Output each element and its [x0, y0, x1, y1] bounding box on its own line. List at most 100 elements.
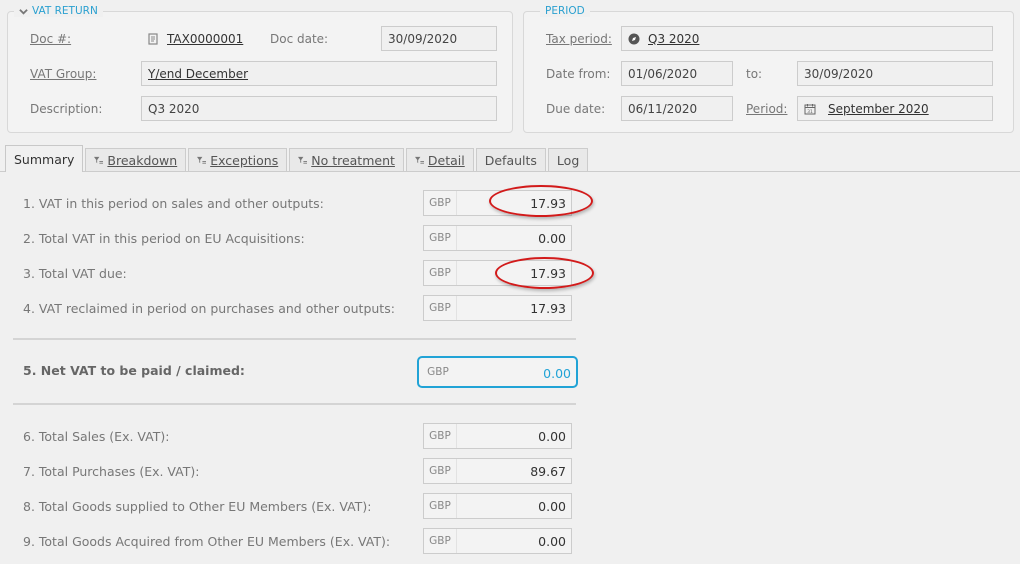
vat-return-legend-label: VAT RETURN — [32, 5, 98, 17]
amount-value: 17.93 — [530, 301, 566, 316]
doc-number-field[interactable]: TAX0000001 — [142, 26, 262, 51]
row-label: 8. Total Goods supplied to Other EU Memb… — [23, 499, 372, 514]
vat-group-value[interactable]: Y/end December — [148, 67, 248, 81]
row-label: 7. Total Purchases (Ex. VAT): — [23, 464, 200, 479]
tab-no-treatment-label: No treatment — [311, 153, 395, 168]
total-sales-field[interactable]: GBP 0.00 — [423, 423, 572, 449]
row-label: 1. VAT in this period on sales and other… — [23, 196, 324, 211]
tab-divider — [0, 171, 1020, 172]
period-group: PERIOD Tax period: Q3 2020 Date from: 01… — [523, 5, 1014, 133]
date-from-field[interactable]: 01/06/2020 — [621, 61, 733, 86]
tab-summary-label: Summary — [14, 151, 75, 167]
goods-supplied-eu-field[interactable]: GBP 0.00 — [423, 493, 572, 519]
highlight-ring — [489, 185, 593, 217]
filter-icon — [298, 156, 308, 164]
compass-icon — [628, 33, 640, 44]
summary-row-8: 8. Total Goods supplied to Other EU Memb… — [0, 493, 600, 519]
period-legend-label: PERIOD — [545, 5, 585, 17]
tax-period-value[interactable]: Q3 2020 — [648, 32, 699, 46]
amount-value: 0.00 — [543, 366, 571, 381]
period-value[interactable]: September 2020 — [828, 102, 929, 116]
filter-icon — [94, 156, 104, 164]
description-value: Q3 2020 — [148, 101, 200, 116]
calendar-icon: 31 — [804, 103, 816, 115]
currency-code: GBP — [424, 459, 457, 483]
description-label: Description: — [30, 102, 103, 116]
currency-code: GBP — [424, 191, 457, 215]
filter-icon — [197, 156, 207, 164]
due-date-label: Due date: — [546, 102, 606, 116]
doc-number-label[interactable]: Doc #: — [30, 32, 71, 46]
net-vat-field[interactable]: GBP 0.00 — [417, 356, 578, 388]
currency-code: GBP — [424, 424, 457, 448]
tab-exceptions[interactable]: Exceptions — [188, 148, 288, 172]
tax-period-field[interactable]: Q3 2020 — [621, 26, 993, 51]
tab-detail[interactable]: Detail — [405, 148, 474, 172]
tab-exceptions-label: Exceptions — [210, 153, 279, 168]
to-label: to: — [746, 67, 763, 81]
summary-row-6: 6. Total Sales (Ex. VAT): GBP 0.00 — [0, 423, 600, 449]
row-label: 5. Net VAT to be paid / claimed: — [23, 363, 245, 378]
tab-log[interactable]: Log — [547, 148, 589, 172]
to-value: 30/09/2020 — [804, 66, 874, 81]
summary-row-2: 2. Total VAT in this period on EU Acquis… — [0, 225, 600, 251]
row-label: 4. VAT reclaimed in period on purchases … — [23, 301, 395, 316]
row-label: 6. Total Sales (Ex. VAT): — [23, 429, 170, 444]
summary-row-4: 4. VAT reclaimed in period on purchases … — [0, 295, 600, 321]
vat-return-group: VAT RETURN Doc #: TAX0000001 Doc date: 3… — [7, 5, 513, 133]
summary-row-7: 7. Total Purchases (Ex. VAT): GBP 89.67 — [0, 458, 600, 484]
row-label: 3. Total VAT due: — [23, 266, 127, 281]
vat-reclaimed-field[interactable]: GBP 17.93 — [423, 295, 572, 321]
currency-code: GBP — [424, 529, 457, 553]
doc-date-value: 30/09/2020 — [388, 31, 458, 46]
filter-icon — [414, 156, 424, 164]
currency-code: GBP — [424, 261, 457, 285]
tab-breakdown-label: Breakdown — [107, 153, 178, 168]
doc-date-field[interactable]: 30/09/2020 — [381, 26, 497, 51]
tab-log-label: Log — [556, 153, 580, 168]
tab-no-treatment[interactable]: No treatment — [289, 148, 404, 172]
date-from-value: 01/06/2020 — [628, 66, 698, 81]
highlight-ring — [495, 257, 594, 289]
due-date-value: 06/11/2020 — [628, 101, 698, 116]
svg-text:31: 31 — [807, 109, 813, 115]
currency-code: GBP — [424, 226, 457, 250]
date-from-label: Date from: — [546, 67, 611, 81]
currency-code: GBP — [424, 494, 457, 518]
currency-code: GBP — [424, 296, 457, 320]
amount-value: 0.00 — [538, 231, 566, 246]
section-divider — [13, 403, 576, 405]
currency-code: GBP — [427, 366, 449, 378]
amount-value: 89.67 — [530, 464, 566, 479]
vat-group-field[interactable]: Y/end December — [141, 61, 497, 86]
doc-date-label: Doc date: — [270, 32, 329, 46]
tab-defaults-label: Defaults — [484, 153, 537, 168]
tab-defaults[interactable]: Defaults — [475, 148, 546, 172]
summary-row-5: 5. Net VAT to be paid / claimed: GBP 0.0… — [0, 356, 600, 388]
summary-row-9: 9. Total Goods Acquired from Other EU Me… — [0, 528, 600, 554]
amount-value: 0.00 — [538, 499, 566, 514]
vat-return-legend[interactable]: VAT RETURN — [14, 5, 103, 17]
period-label[interactable]: Period: — [746, 102, 787, 116]
description-field[interactable]: Q3 2020 — [141, 96, 497, 121]
goods-acquired-eu-field[interactable]: GBP 0.00 — [423, 528, 572, 554]
tab-summary[interactable]: Summary — [5, 145, 84, 172]
period-field[interactable]: 31 September 2020 — [797, 96, 993, 121]
tab-bar: Summary Breakdown Exceptions No treatmen… — [5, 145, 590, 172]
period-legend: PERIOD — [540, 5, 590, 17]
row-label: 2. Total VAT in this period on EU Acquis… — [23, 231, 305, 246]
row-label: 9. Total Goods Acquired from Other EU Me… — [23, 534, 391, 549]
total-purchases-field[interactable]: GBP 89.67 — [423, 458, 572, 484]
section-divider — [13, 338, 576, 340]
vat-eu-acquisitions-field[interactable]: GBP 0.00 — [423, 225, 572, 251]
doc-number-value[interactable]: TAX0000001 — [167, 32, 243, 46]
vat-group-label[interactable]: VAT Group: — [30, 67, 96, 81]
chevron-down-icon[interactable] — [19, 7, 28, 16]
tab-detail-label: Detail — [427, 153, 465, 168]
document-icon — [148, 32, 158, 45]
tab-breakdown[interactable]: Breakdown — [85, 148, 187, 172]
tax-period-label[interactable]: Tax period: — [546, 32, 612, 46]
due-date-field[interactable]: 06/11/2020 — [621, 96, 733, 121]
to-field[interactable]: 30/09/2020 — [797, 61, 993, 86]
amount-value: 0.00 — [538, 429, 566, 444]
